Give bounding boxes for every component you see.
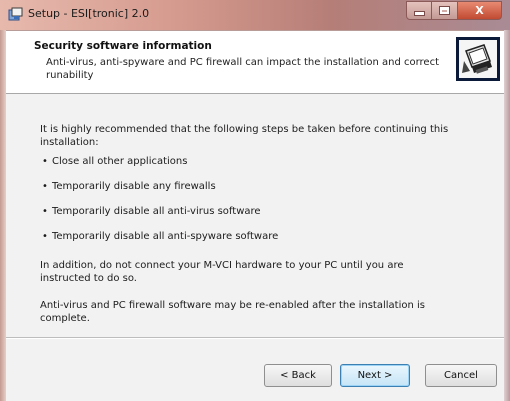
- intro-text: It is highly recommended that the follow…: [40, 124, 449, 148]
- wizard-content: It is highly recommended that the follow…: [6, 94, 504, 337]
- window-border-right: [504, 30, 510, 401]
- list-item: • Temporarily disable all anti-virus soft…: [42, 206, 261, 217]
- page-description: Anti-virus, anti-spyware and PC firewall…: [46, 57, 440, 81]
- hardware-note: In addition, do not connect your M-VCI h…: [40, 260, 404, 284]
- list-item-text: Temporarily disable all anti-spyware sof…: [52, 231, 279, 242]
- computer-install-icon: [456, 37, 500, 81]
- window-controls: X: [406, 1, 502, 20]
- cancel-button[interactable]: Cancel: [425, 364, 497, 387]
- list-item-text: Temporarily disable any firewalls: [52, 181, 216, 192]
- close-icon: X: [475, 4, 484, 17]
- title-bar[interactable]: Setup - ESI[tronic] 2.0 X: [0, 0, 510, 31]
- back-button[interactable]: < Back: [264, 364, 332, 387]
- setup-window: Setup - ESI[tronic] 2.0 X Security softw…: [0, 0, 510, 401]
- window-title: Setup - ESI[tronic] 2.0: [28, 7, 150, 20]
- maximize-icon: [439, 6, 450, 15]
- close-button[interactable]: X: [458, 1, 502, 20]
- list-item: • Temporarily disable all anti-spyware so…: [42, 231, 279, 242]
- setup-installer-icon: [8, 7, 23, 22]
- page-title: Security software information: [34, 40, 212, 52]
- wizard-header: Security software information Anti-virus…: [6, 31, 504, 94]
- reenable-note: Anti-virus and PC firewall software may …: [40, 300, 425, 324]
- list-item: • Temporarily disable any firewalls: [42, 181, 216, 192]
- list-item-text: Close all other applications: [52, 156, 188, 167]
- next-button[interactable]: Next >: [340, 364, 410, 387]
- maximize-button[interactable]: [432, 1, 458, 20]
- minimize-icon: [413, 11, 425, 16]
- list-item: • Close all other applications: [42, 156, 188, 167]
- list-item-text: Temporarily disable all anti-virus softw…: [52, 206, 261, 217]
- wizard-footer: < Back Next > Cancel: [6, 339, 504, 401]
- minimize-button[interactable]: [406, 1, 432, 20]
